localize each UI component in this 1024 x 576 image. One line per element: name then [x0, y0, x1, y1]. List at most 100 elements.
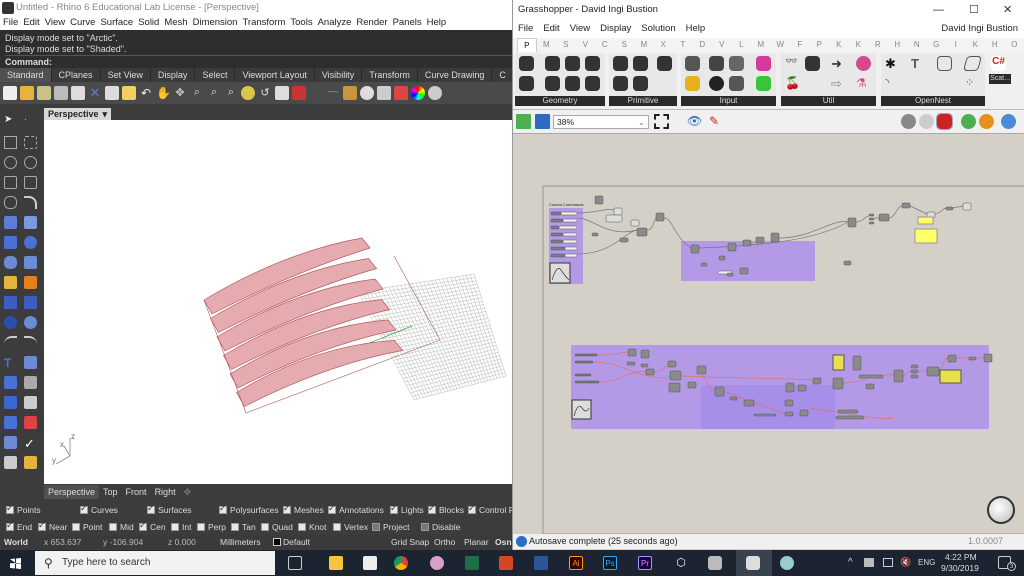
osnap-knot[interactable]: Knot — [298, 522, 327, 532]
osnap-mid[interactable]: Mid — [109, 522, 134, 532]
select-arrow-icon[interactable]: ➤ — [4, 114, 17, 127]
category-tab-s[interactable]: S — [615, 38, 635, 52]
category-tab-t[interactable]: T — [673, 38, 693, 52]
lock-icon[interactable] — [377, 86, 391, 100]
network-icon[interactable] — [883, 558, 893, 567]
solid-edit-icon[interactable] — [4, 396, 17, 409]
category-tab-g[interactable]: G — [927, 38, 947, 52]
checkbox[interactable] — [197, 523, 205, 531]
checkbox[interactable] — [219, 503, 227, 514]
filter-lights[interactable]: Lights — [390, 503, 424, 515]
task-view-icon[interactable] — [288, 556, 302, 570]
curve-icon[interactable] — [24, 136, 37, 149]
four-viewports-icon[interactable] — [275, 86, 289, 100]
checkbox[interactable] — [421, 523, 429, 531]
fillet-icon[interactable] — [24, 196, 37, 209]
integer-param-icon[interactable] — [613, 76, 628, 91]
gradient-icon[interactable] — [729, 56, 744, 71]
mail-icon[interactable] — [363, 556, 377, 570]
light-bulb-icon[interactable] — [360, 86, 374, 100]
rhino-menu-edit[interactable]: Edit — [23, 16, 39, 30]
category-tab-m[interactable]: M — [751, 38, 771, 52]
tab-curve-drawing[interactable]: Curve Drawing — [418, 68, 493, 82]
preview-off-icon[interactable] — [901, 114, 916, 129]
osnap-tan[interactable]: Tan — [231, 522, 256, 532]
grid-snap-toggle[interactable]: Grid Snap — [391, 535, 429, 549]
surface-param-icon[interactable] — [585, 76, 600, 91]
gh-menu-edit[interactable]: Edit — [543, 20, 559, 38]
panel-label[interactable]: Util — [781, 96, 876, 106]
checkbox[interactable] — [283, 503, 291, 514]
open-file-icon[interactable] — [516, 114, 531, 129]
viewport-tab-top[interactable]: Top — [99, 485, 122, 499]
osnap-end[interactable]: End — [6, 520, 32, 532]
paint-icon[interactable] — [780, 556, 794, 570]
tab-display[interactable]: Display — [151, 68, 196, 82]
category-tab-x[interactable]: X — [654, 38, 674, 52]
render-preview-icon[interactable] — [1001, 114, 1016, 129]
checkbox[interactable] — [231, 523, 239, 531]
rhino-menu-solid[interactable]: Solid — [138, 16, 159, 30]
chrome-icon[interactable] — [394, 556, 408, 570]
point-param-icon[interactable] — [519, 56, 534, 71]
zoom-selected-icon[interactable] — [241, 86, 255, 100]
document-preview-icon[interactable] — [979, 114, 994, 129]
materials-icon[interactable] — [394, 86, 408, 100]
circles-icon[interactable]: ⁘ — [965, 76, 980, 91]
color-wheel-icon[interactable] — [411, 86, 425, 100]
checkbox[interactable] — [261, 523, 269, 531]
toggle-icon[interactable] — [709, 56, 724, 71]
zoom-extents-icon[interactable]: ⌕ — [224, 86, 238, 100]
tab-viewport-layout[interactable]: Viewport Layout — [235, 68, 315, 82]
yellow-panel-large[interactable] — [914, 228, 938, 244]
filter-blocks[interactable]: Blocks — [428, 503, 464, 515]
offset-icon[interactable] — [4, 336, 17, 349]
osnap-perp[interactable]: Perp — [197, 522, 226, 532]
points-on-icon[interactable] — [4, 316, 17, 329]
category-tab-r[interactable]: R — [868, 38, 888, 52]
print-icon[interactable] — [54, 86, 68, 100]
battery-icon[interactable] — [864, 558, 874, 567]
panel-label[interactable]: OpenNest — [881, 96, 985, 106]
tree-icon[interactable] — [805, 56, 820, 71]
number-param-icon[interactable] — [633, 56, 648, 71]
command-prompt[interactable]: Command: — [5, 55, 512, 68]
trim-icon[interactable] — [24, 296, 37, 309]
osnap-project[interactable]: Project — [372, 522, 409, 532]
rhino-menu-transform[interactable]: Transform — [242, 16, 285, 30]
rhino-menu-help[interactable]: Help — [427, 16, 447, 30]
tab-select[interactable]: Select — [195, 68, 236, 82]
box-param-icon[interactable] — [585, 56, 600, 71]
checkbox[interactable] — [6, 520, 14, 531]
render-icon[interactable] — [24, 456, 37, 469]
move-icon[interactable] — [24, 376, 37, 389]
preview-eye-icon[interactable]: 👁 — [687, 114, 702, 128]
tab-visibility[interactable]: Visibility — [315, 68, 363, 82]
filter-annotations[interactable]: Annotations — [328, 503, 384, 515]
curve-param-icon[interactable] — [545, 76, 560, 91]
rhino-menu-dimension[interactable]: Dimension — [193, 16, 238, 30]
shaded-preview-icon[interactable] — [936, 113, 953, 130]
viewport-tab-front[interactable]: Front — [122, 485, 151, 499]
gh-menu-solution[interactable]: Solution — [641, 20, 675, 38]
excel-icon[interactable] — [465, 556, 479, 570]
save-file-icon[interactable] — [535, 114, 550, 129]
undo-icon[interactable]: ↶ — [139, 86, 153, 100]
category-tab-d[interactable]: D — [693, 38, 713, 52]
osnap-disable[interactable]: Disable — [421, 522, 460, 532]
arrow-outline-icon[interactable]: ⇨ — [831, 76, 846, 91]
osnap-toggle[interactable]: Osn — [495, 535, 512, 549]
category-tab-p[interactable]: P — [810, 38, 830, 52]
ellipse-icon[interactable] — [24, 156, 37, 169]
filter-meshes[interactable]: Meshes — [283, 503, 324, 515]
check-icon[interactable]: ✓ — [24, 436, 37, 451]
viewport-menu-chevron-icon[interactable]: ▾ — [103, 108, 108, 120]
navigation-compass-icon[interactable] — [987, 496, 1015, 524]
panel-label[interactable]: Primitive — [609, 96, 677, 106]
checkbox[interactable] — [468, 503, 476, 514]
dimension-icon[interactable]: · — [309, 86, 323, 100]
import-icon[interactable] — [685, 56, 700, 71]
array-icon[interactable] — [4, 376, 17, 389]
line-param-icon[interactable] — [565, 76, 580, 91]
osnap-int[interactable]: Int — [171, 522, 191, 532]
